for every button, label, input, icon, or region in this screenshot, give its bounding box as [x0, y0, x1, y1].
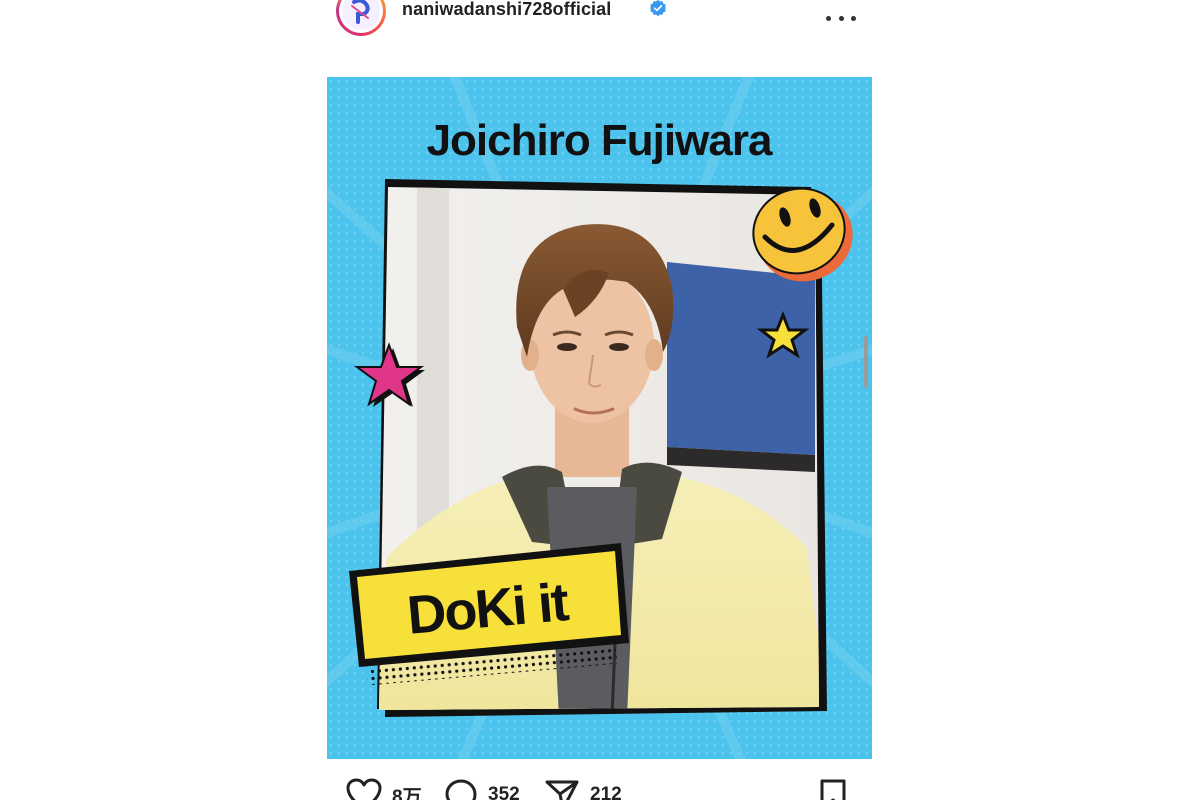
username[interactable]: naniwadanshi728official [402, 0, 611, 20]
post-header: naniwadanshi728official [326, 0, 872, 46]
share-button[interactable]: 212 [544, 778, 622, 800]
save-button[interactable] [818, 778, 848, 800]
verified-badge-icon [649, 0, 667, 17]
comment-icon [445, 779, 477, 800]
comment-count: 352 [488, 784, 520, 800]
send-icon [545, 780, 579, 800]
post-image[interactable]: Joichiro Fujiwara DoKi it [327, 77, 872, 759]
share-count: 212 [590, 784, 622, 800]
heart-icon [346, 778, 382, 800]
comment-button[interactable]: 352 [444, 778, 520, 800]
scroll-indicator[interactable] [864, 336, 868, 388]
instagram-post: naniwadanshi728official Joichiro Fujiwar… [0, 0, 1200, 800]
like-count: 8万 [392, 786, 422, 800]
avatar[interactable] [336, 0, 386, 36]
post-actions: 8万 352 212 [326, 772, 872, 800]
avatar-ring [339, 0, 383, 33]
like-button[interactable]: 8万 [346, 778, 422, 800]
bookmark-icon [820, 779, 846, 800]
naniwa-danshi-logo-icon [342, 0, 380, 30]
image-title: Joichiro Fujiwara [427, 116, 773, 165]
more-options-icon[interactable] [826, 8, 856, 28]
